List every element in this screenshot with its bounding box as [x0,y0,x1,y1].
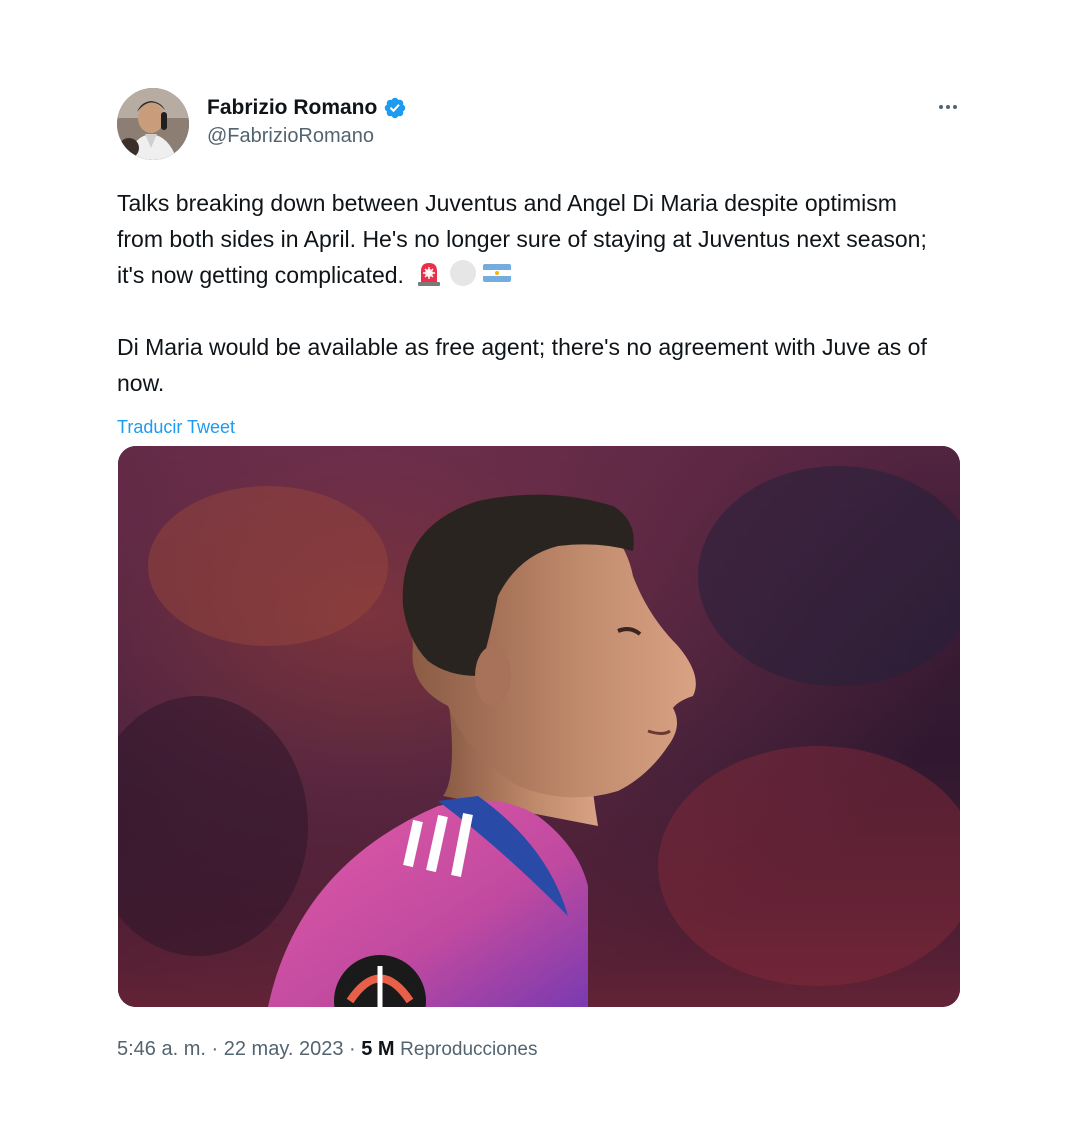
verified-badge-icon[interactable] [383,96,407,120]
tweet-media-image[interactable] [118,446,960,1007]
display-name-row: Fabrizio Romano [207,94,407,122]
white-circle-emoji-icon [450,260,477,286]
tweet-text: Talks breaking down between Juventus and… [117,185,947,401]
tweet-date[interactable]: 22 may. 2023 [224,1038,344,1060]
tweet-metadata: 5:46 a. m. · 22 may. 2023 · 5 M Reproduc… [117,1038,537,1061]
more-options-icon[interactable] [933,92,963,122]
tweet-time[interactable]: 5:46 a. m. [117,1038,206,1060]
dot [946,105,950,109]
siren-emoji-icon [418,263,441,286]
dot [939,105,943,109]
views-label: Reproducciones [400,1039,538,1060]
tweet-paragraph: Di Maria would be available as free agen… [117,334,927,396]
avatar-image [117,88,189,160]
tweet-paragraph-text: Talks breaking down between Juventus and… [117,190,927,288]
display-name[interactable]: Fabrizio Romano [207,96,377,120]
argentina-flag-emoji-icon [483,264,512,282]
author-names: Fabrizio Romano @FabrizioRomano [207,94,407,148]
separator: · [349,1038,356,1060]
avatar[interactable] [117,88,189,160]
tweet-header: Fabrizio Romano @FabrizioRomano [117,86,963,160]
tweet-card: Fabrizio Romano @FabrizioRomano Talks br… [117,86,963,1060]
separator: · [211,1038,219,1060]
player-photo [118,446,960,1007]
views-count[interactable]: 5 M [361,1038,394,1060]
translate-tweet-link[interactable]: Traducir Tweet [117,417,235,439]
dot [953,105,957,109]
tweet-paragraph: Talks breaking down between Juventus and… [117,185,947,293]
author-handle[interactable]: @FabrizioRomano [207,125,407,148]
